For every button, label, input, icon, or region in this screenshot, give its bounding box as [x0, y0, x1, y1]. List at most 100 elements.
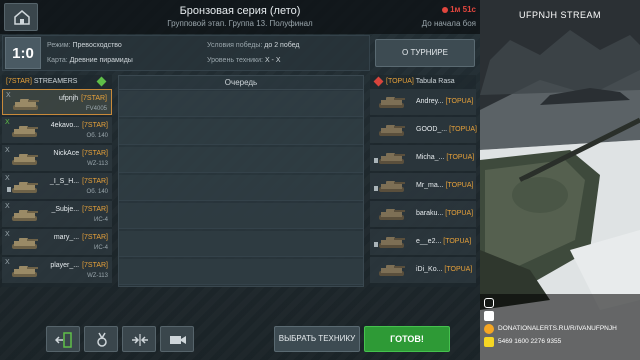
- tank-icon: [378, 122, 406, 138]
- player-clan-tag: [7STAR]: [82, 122, 108, 129]
- exit-button[interactable]: [46, 326, 80, 352]
- team-left-player-row[interactable]: X 4ekavo... [7STAR] Об. 140: [2, 117, 112, 143]
- tier-info: Уровень техники: X - X: [207, 57, 281, 64]
- timer-dot-icon: [442, 6, 449, 13]
- tank-icon: [11, 207, 38, 221]
- tank-icon: [378, 150, 406, 166]
- map-label: Карта:: [47, 57, 68, 64]
- header-bar: Бронзовая серия (лето) Групповой этап. Г…: [0, 0, 480, 34]
- queue-slot: [119, 119, 363, 145]
- team-right-player-row[interactable]: baraku... [TOPUA]: [370, 201, 476, 227]
- team-left-player-row[interactable]: X _Subje... [7STAR] ИС-4: [2, 201, 112, 227]
- player-name: mary_... [7STAR]: [53, 234, 108, 241]
- tank-icon: [378, 206, 406, 222]
- mode-label: Режим:: [47, 42, 71, 49]
- player-clan-tag: [7STAR]: [81, 95, 107, 102]
- page-title: Бронзовая серия (лето): [179, 5, 301, 17]
- timer-value: 1м 51с: [450, 5, 476, 14]
- tank-icon: [11, 123, 38, 137]
- queue-slot: [119, 175, 363, 201]
- team-left-player-row[interactable]: Xufpnjh [7STAR] FV4005: [2, 89, 112, 115]
- player-name: GOOD_... [TOPUA]: [416, 126, 477, 133]
- tank-icon: [378, 94, 406, 110]
- player-name: e__e2... [TOPUA]: [416, 238, 472, 245]
- player-name: ufpnjh [7STAR]: [59, 95, 107, 102]
- player-status-x: X: [5, 147, 10, 154]
- queue-slot: [119, 147, 363, 173]
- team-left-player-row[interactable]: Xplayer_... [7STAR] WZ-113: [2, 257, 112, 283]
- exit-door-icon: [55, 332, 72, 348]
- score-value: 1:0: [12, 45, 34, 62]
- map-info: Карта: Древние пирамиды: [47, 57, 133, 64]
- tank-icon: [12, 96, 39, 110]
- stream-overlay: UFPNJH STREAM DONATIONALERTS.RU/R/IVANUF…: [480, 0, 640, 360]
- player-clan-tag: [TOPUA]: [445, 98, 474, 105]
- team-right-player-row[interactable]: Micha_... [TOPUA]: [370, 145, 476, 171]
- player-status-x: X: [5, 175, 10, 182]
- player-name: Andrey... [TOPUA]: [416, 98, 474, 105]
- team-left-diamond-icon: [96, 76, 107, 87]
- player-name: Mr_ma... [TOPUA]: [416, 182, 474, 189]
- player-name: _I_S_H... [7STAR]: [49, 178, 108, 185]
- queue-title: Очередь: [119, 76, 363, 90]
- team-left-name: STREAMERS: [33, 78, 78, 85]
- player-name: iDi_Ko... [TOPUA]: [416, 266, 473, 273]
- ready-button[interactable]: ГОТОВ!: [364, 326, 450, 352]
- about-tournament-button[interactable]: О ТУРНИРЕ: [375, 39, 475, 67]
- map-value: Древние пирамиды: [69, 57, 133, 64]
- team-right-player-row[interactable]: Mr_ma... [TOPUA]: [370, 173, 476, 199]
- screen: Бронзовая серия (лето) Групповой этап. Г…: [0, 0, 640, 360]
- player-vehicle: ИС-4: [94, 245, 108, 251]
- compare-button[interactable]: [122, 326, 156, 352]
- tank-icon: [11, 235, 38, 249]
- mode-info: Режим: Превосходство: [47, 42, 122, 49]
- card-icon: [484, 337, 494, 347]
- player-vehicle: WZ-113: [87, 161, 108, 167]
- player-vehicle: Об. 140: [86, 189, 108, 195]
- tank-icon: [378, 178, 406, 194]
- tank-icon: [378, 234, 406, 250]
- battle-info-panel: 1:0 Режим: Превосходство Карта: Древние …: [2, 35, 370, 71]
- team-right-player-row[interactable]: e__e2... [TOPUA]: [370, 229, 476, 255]
- countdown-timer: 1м 51с: [442, 5, 476, 14]
- medals-button[interactable]: [84, 326, 118, 352]
- player-vehicle: Об. 140: [86, 133, 108, 139]
- player-name: baraku... [TOPUA]: [416, 210, 474, 217]
- team-right-name: Tabula Rasa: [415, 78, 455, 85]
- donation-link[interactable]: DONATIONALERTS.RU/R/IVANUFPNJH: [498, 325, 617, 332]
- team-left-player-row[interactable]: X NickAce [7STAR] WZ-113: [2, 145, 112, 171]
- page-subtitle: Групповой этап. Группа 13. Полуфинал: [167, 19, 313, 28]
- player-status-x: X: [5, 231, 10, 238]
- team-left-header: [7STAR] STREAMERS: [6, 75, 77, 89]
- player-clan-tag: [TOPUA]: [446, 154, 475, 161]
- choose-vehicle-button[interactable]: ВЫБРАТЬ ТЕХНИКУ: [274, 326, 360, 352]
- player-vehicle: ИС-4: [94, 217, 108, 223]
- player-clan-tag: [7STAR]: [82, 234, 108, 241]
- player-clan-tag: [TOPUA]: [445, 210, 474, 217]
- player-vehicle: FV4005: [85, 106, 107, 112]
- tank-icon: [378, 262, 406, 278]
- player-clan-tag: [TOPUA]: [445, 182, 474, 189]
- compare-icon: [132, 334, 148, 346]
- team-right-player-row[interactable]: GOOD_... [TOPUA]: [370, 117, 477, 143]
- tank-icon: [11, 151, 38, 165]
- team-left-player-row[interactable]: Xmary_... [7STAR] ИС-4: [2, 229, 112, 255]
- player-name: 4ekavo... [7STAR]: [50, 122, 108, 129]
- queue-slot: [119, 259, 363, 285]
- team-left-player-row[interactable]: X _I_S_H... [7STAR] Об. 140: [2, 173, 112, 199]
- camera-button[interactable]: [160, 326, 194, 352]
- player-clan-tag: [TOPUA]: [449, 126, 477, 133]
- team-right-player-row[interactable]: iDi_Ko... [TOPUA]: [370, 257, 476, 283]
- card-number: 5469 1600 2276 9355: [498, 338, 562, 345]
- team-right-player-row[interactable]: Andrey... [TOPUA]: [370, 89, 476, 115]
- team-left-tag: [7STAR]: [6, 78, 32, 85]
- player-vehicle: WZ-113: [87, 273, 108, 279]
- tier-value: X - X: [264, 57, 281, 64]
- vk-icon: [484, 311, 494, 321]
- player-clan-tag: [7STAR]: [82, 262, 108, 269]
- game-lobby: Бронзовая серия (лето) Групповой этап. Г…: [0, 0, 480, 360]
- score-box: 1:0: [5, 37, 41, 69]
- player-status-x: X: [5, 259, 10, 266]
- win-condition-info: Условия победы: до 2 побед: [207, 42, 299, 49]
- player-name: NickAce [7STAR]: [53, 150, 108, 157]
